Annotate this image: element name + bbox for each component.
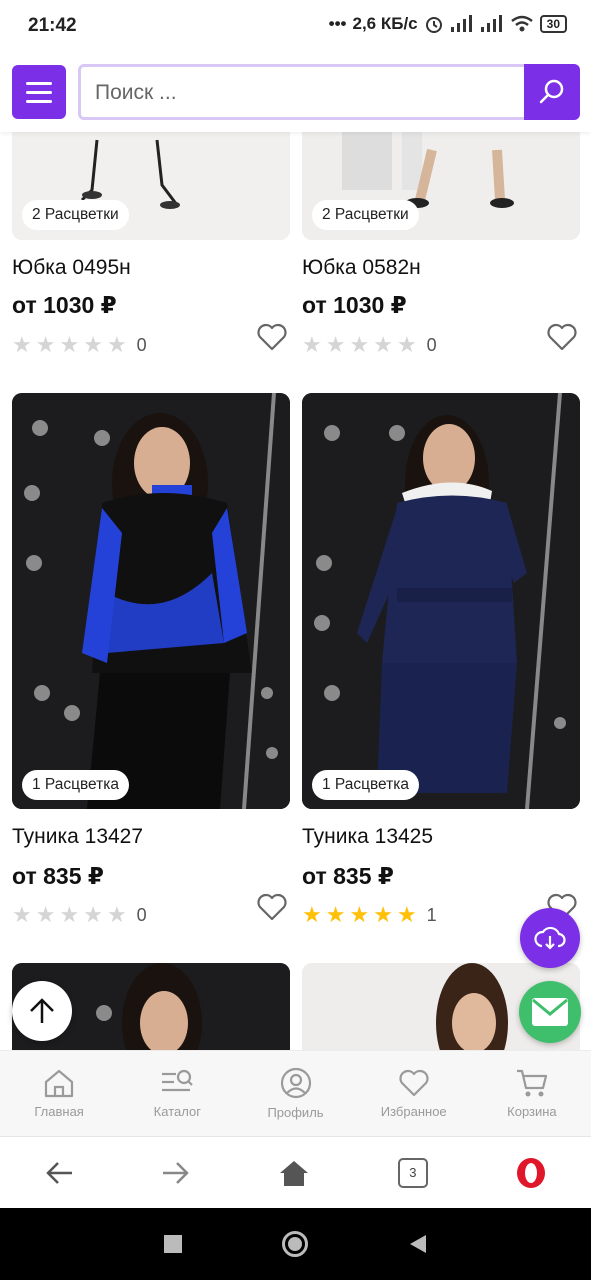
star-icon: ★ [302,902,322,927]
search-box[interactable] [78,64,580,120]
recents-icon[interactable] [163,1235,182,1253]
nav-label: Главная [34,1104,84,1119]
signal-icon [450,15,472,32]
favorite-heart-icon[interactable] [256,892,288,922]
product-price: от 1030 ₽ [302,292,407,318]
nav-item-home[interactable]: Главная [0,1051,118,1136]
nav-label: Избранное [380,1104,447,1119]
nav-item-profile[interactable]: Профиль [236,1051,354,1136]
product-card[interactable]: 1 Расцветка Туника 13427 от 835 ₽ ★ ★ ★ ★ ★ … [12,393,290,943]
rating-stars: ★ ★ ★ ★ ★ 0 [12,902,147,928]
star-icon: ★ [35,332,56,357]
home-icon [44,1069,74,1098]
favorite-heart-icon[interactable] [256,322,288,352]
back-arrow-icon[interactable] [44,1160,74,1186]
star-icon: ★ [325,902,346,927]
header [0,52,591,132]
star-icon: ★ [83,332,103,357]
search-input[interactable] [95,79,515,107]
product-price: от 835 ₽ [302,863,394,889]
product-photo [12,393,290,809]
network-speed: 2,6 КБ/с [352,14,418,33]
rating-count: 0 [136,334,147,355]
rating-count: 1 [426,904,437,925]
bottom-nav: Главная Каталог Профиль Избранное Корзин… [0,1050,591,1136]
search-icon [539,79,564,104]
home-icon[interactable] [278,1159,310,1187]
search-button[interactable] [524,64,580,120]
color-variants-badge: 1 Расцветка [22,770,130,800]
star-icon: ★ [12,332,32,357]
browser-toolbar: 3 [0,1136,591,1208]
favorite-heart-icon[interactable] [546,322,578,352]
rating-stars: ★ ★ ★ ★ ★ 0 [12,332,147,358]
color-variants-badge: 2 Расцветки [22,200,129,230]
system-nav-bar [0,1208,591,1280]
product-name[interactable]: Туника 13425 [302,825,433,849]
product-card[interactable]: 1 Расцветка Туника 13425 от 835 ₽ ★ ★ ★ ★ ★ … [302,393,580,943]
star-icon: ★ [59,332,80,357]
nav-item-favorites[interactable]: Избранное [355,1051,473,1136]
rating-stars: ★ ★ ★ ★ ★ 0 [302,332,437,358]
star-icon: ★ [35,902,56,927]
product-list[interactable]: 2 Расцветки Юбка 0495н от 1030 ₽ ★ ★ ★ ★ ★ 0… [0,52,591,1050]
opera-icon[interactable] [515,1157,547,1189]
product-name[interactable]: Юбка 0582н [302,256,421,280]
home-circle-icon[interactable] [281,1231,308,1257]
star-icon: ★ [302,332,322,357]
signal-icon-2 [480,15,502,32]
rating-stars: ★ ★ ★ ★ ★ 1 [302,902,437,928]
scroll-top-button[interactable] [12,981,72,1041]
star-icon: ★ [396,332,417,357]
mail-button[interactable] [519,981,581,1043]
nav-item-catalog[interactable]: Каталог [118,1051,236,1136]
hamburger-icon [26,81,52,85]
download-app-button[interactable] [520,908,580,968]
product-name[interactable]: Туника 13427 [12,825,143,849]
star-icon: ★ [59,902,80,927]
cart-icon [516,1069,548,1097]
product-price: от 1030 ₽ [12,292,117,318]
nav-item-cart[interactable]: Корзина [473,1051,591,1136]
star-icon: ★ [106,332,127,357]
back-triangle-icon[interactable] [408,1233,428,1255]
wifi-icon [510,15,533,32]
status-time: 21:42 [28,15,77,36]
status-icons: ••• 2,6 КБ/с 30 [329,14,567,34]
rating-count: 0 [426,334,437,355]
menu-button[interactable] [12,65,66,119]
mail-icon [532,998,568,1026]
product-image[interactable]: 1 Расцветка [302,393,580,809]
alarm-icon [425,17,442,33]
nav-label: Профиль [267,1105,324,1120]
star-icon: ★ [106,902,127,927]
product-image[interactable]: 1 Расцветка [12,393,290,809]
star-icon: ★ [373,902,393,927]
tabs-button[interactable]: 3 [397,1157,428,1188]
status-bar: 21:42 ••• 2,6 КБ/с 30 [0,0,591,52]
forward-arrow-icon[interactable] [161,1160,191,1186]
product-name[interactable]: Юбка 0495н [12,256,131,280]
star-icon: ★ [325,332,346,357]
star-icon: ★ [349,902,370,927]
product-photo [302,393,580,809]
star-icon: ★ [83,902,103,927]
star-icon: ★ [349,332,370,357]
more-dots-icon: ••• [328,14,347,33]
nav-label: Корзина [507,1104,557,1119]
arrow-up-icon [30,998,54,1023]
star-icon: ★ [396,902,417,927]
color-variants-badge: 2 Расцветки [312,200,419,230]
star-icon: ★ [12,902,32,927]
heart-icon [399,1069,429,1097]
battery-icon: 30 [539,15,567,33]
catalog-icon [162,1069,194,1092]
product-price: от 835 ₽ [12,863,104,889]
profile-icon [280,1067,311,1099]
nav-label: Каталог [153,1104,201,1119]
color-variants-badge: 1 Расцветка [312,770,420,800]
cloud-download-icon [534,926,566,950]
rating-count: 0 [136,904,147,925]
star-icon: ★ [373,332,393,357]
